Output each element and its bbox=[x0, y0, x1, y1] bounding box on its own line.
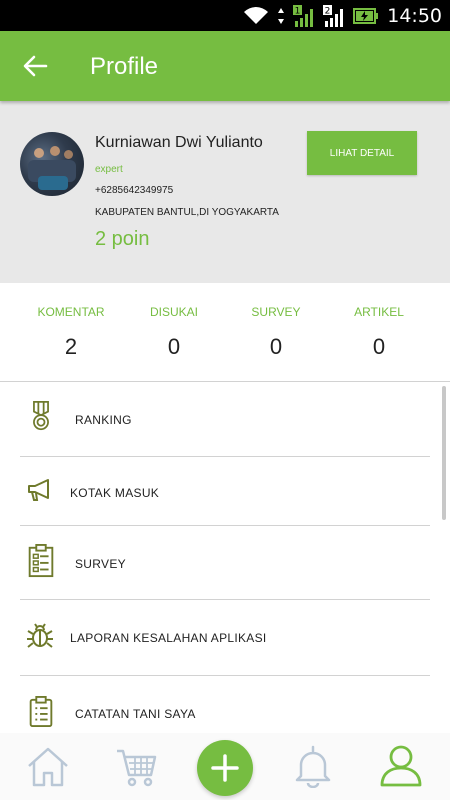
notes-icon bbox=[29, 696, 53, 728]
profile-name: Kurniawan Dwi Yulianto bbox=[95, 134, 263, 151]
svg-text:2: 2 bbox=[325, 7, 331, 17]
stat-value: 0 bbox=[167, 334, 181, 359]
stat-label: ARTIKEL bbox=[354, 305, 404, 319]
signal-sim1-icon: 1 bbox=[293, 5, 314, 27]
profile-points: 2 poin bbox=[95, 228, 150, 250]
stats-row: KOMENTAR 2 DISUKAI 0 SURVEY 0 ARTIKEL 0 bbox=[0, 283, 450, 382]
avatar[interactable] bbox=[20, 132, 84, 196]
app-bar: Profile bbox=[0, 31, 450, 101]
bell-icon[interactable] bbox=[291, 744, 335, 788]
wifi-icon bbox=[244, 7, 269, 24]
page-title: Profile bbox=[90, 53, 159, 80]
stat-disukai[interactable]: DISUKAI 0 bbox=[118, 305, 230, 360]
profile-phone: +6285642349975 bbox=[95, 185, 174, 196]
add-icon bbox=[211, 754, 239, 782]
stat-value: 2 bbox=[64, 334, 78, 359]
user-icon[interactable] bbox=[379, 743, 423, 787]
svg-text:1: 1 bbox=[295, 7, 301, 17]
medal-icon bbox=[33, 401, 49, 431]
bug-icon bbox=[27, 623, 53, 648]
stat-value: 0 bbox=[269, 334, 283, 359]
menu-item-label: CATATAN TANI SAYA bbox=[75, 707, 196, 721]
stat-komentar[interactable]: KOMENTAR 2 bbox=[15, 305, 127, 360]
stat-survey[interactable]: SURVEY 0 bbox=[220, 305, 332, 360]
stat-label: KOMENTAR bbox=[37, 305, 105, 319]
menu-item-ranking[interactable]: RANKING bbox=[20, 383, 430, 457]
cart-icon[interactable] bbox=[115, 745, 159, 789]
signal-sim2-icon: 2 bbox=[323, 5, 344, 27]
menu-item-survey[interactable]: SURVEY bbox=[20, 526, 430, 600]
data-arrows-icon bbox=[278, 8, 285, 24]
clock: 14:50 bbox=[387, 5, 442, 27]
stat-label: SURVEY bbox=[251, 305, 301, 319]
profile-role: expert bbox=[95, 164, 123, 175]
bottom-navigation bbox=[0, 733, 450, 800]
back-arrow-icon[interactable] bbox=[22, 53, 48, 79]
menu-item-label: SURVEY bbox=[75, 557, 126, 571]
lihat-detail-button[interactable]: LIHAT DETAIL bbox=[307, 131, 417, 175]
status-bar: 1 2 14:50 bbox=[0, 0, 450, 31]
add-button[interactable] bbox=[197, 740, 253, 796]
profile-header: Kurniawan Dwi Yulianto expert +628564234… bbox=[0, 101, 450, 283]
home-icon[interactable] bbox=[26, 745, 70, 789]
stat-artikel[interactable]: ARTIKEL 0 bbox=[323, 305, 435, 360]
menu-item-label: RANKING bbox=[75, 413, 132, 427]
megaphone-icon bbox=[28, 479, 49, 501]
clipboard-survey-icon bbox=[28, 544, 54, 578]
stat-value: 0 bbox=[372, 334, 386, 359]
stat-label: DISUKAI bbox=[149, 305, 198, 319]
scrollbar[interactable] bbox=[442, 386, 446, 520]
menu-item-kotak-masuk[interactable]: KOTAK MASUK bbox=[20, 457, 430, 526]
battery-charging-icon bbox=[353, 8, 379, 24]
menu-item-label: KOTAK MASUK bbox=[70, 486, 160, 500]
profile-location: KABUPATEN BANTUL,DI YOGYAKARTA bbox=[95, 207, 279, 218]
menu-item-label: LAPORAN KESALAHAN APLIKASI bbox=[70, 631, 267, 645]
menu-item-laporan-kesalahan[interactable]: LAPORAN KESALAHAN APLIKASI bbox=[20, 600, 430, 676]
